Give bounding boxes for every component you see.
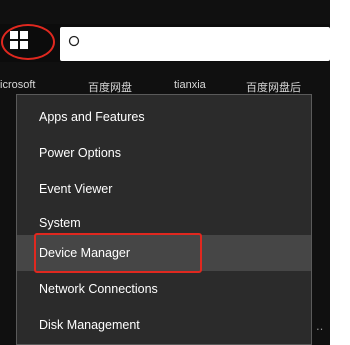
window-edge xyxy=(330,0,350,345)
menu-item-network-connections[interactable]: Network Connections xyxy=(17,271,311,307)
start-button-annotation-circle xyxy=(1,24,55,60)
menu-item-power-options[interactable]: Power Options xyxy=(17,135,311,171)
shortcut-label[interactable]: 百度网盘后 xyxy=(246,79,301,93)
shortcut-label[interactable]: tianxia xyxy=(174,79,206,91)
shortcut-label[interactable]: icrosoft xyxy=(0,79,35,91)
menu-item-event-viewer[interactable]: Event Viewer xyxy=(17,171,311,207)
shortcut-label[interactable]: 百度网盘 xyxy=(88,79,132,93)
search-box[interactable] xyxy=(60,27,330,61)
device-manager-annotation-box xyxy=(34,233,202,273)
search-icon xyxy=(68,35,80,47)
menu-item-disk-management[interactable]: Disk Management xyxy=(17,307,311,343)
winx-context-menu: Apps and Features Power Options Event Vi… xyxy=(16,94,312,345)
ellipsis: ‥ xyxy=(316,321,324,333)
desktop-shortcut-labels: icrosoft 百度网盘 tianxia 百度网盘后 xyxy=(0,79,330,93)
menu-item-apps-and-features[interactable]: Apps and Features xyxy=(17,99,311,135)
